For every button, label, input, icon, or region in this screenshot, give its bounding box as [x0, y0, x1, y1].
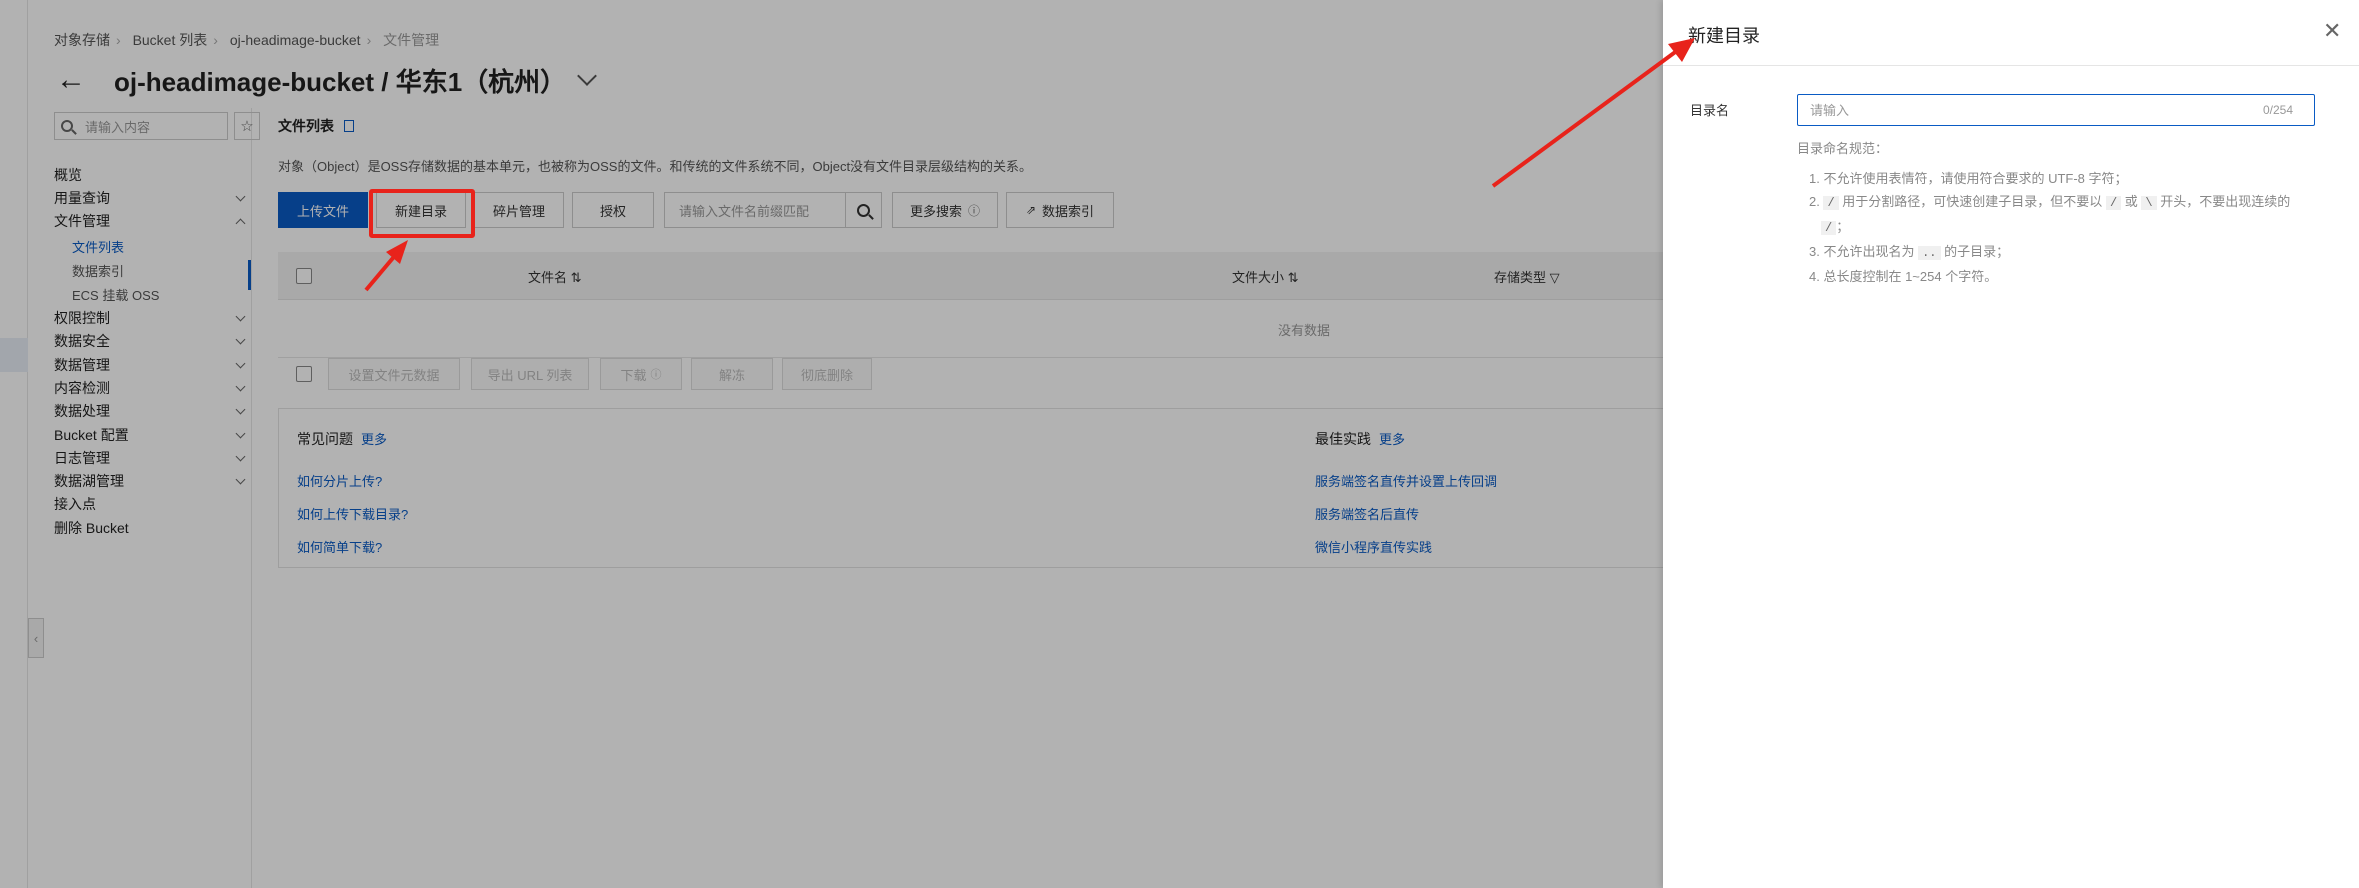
annotation-arrow-to-button [364, 240, 408, 292]
annotation-arrow-to-drawer-title [1491, 38, 1695, 188]
annotation-arrows [364, 38, 1695, 292]
